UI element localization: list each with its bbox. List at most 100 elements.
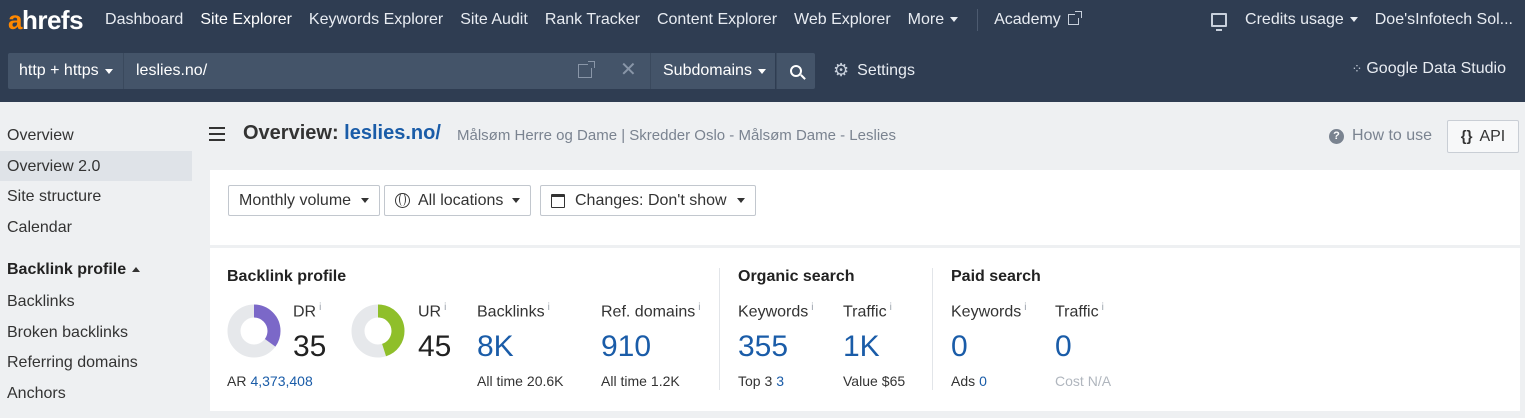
nav-site-explorer[interactable]: Site Explorer (200, 11, 292, 29)
ahrefs-logo[interactable]: ahrefs (8, 5, 84, 36)
settings-button[interactable]: ⚙ Settings (833, 60, 915, 81)
paid-traffic-label[interactable]: Traffic i (1055, 302, 1104, 321)
ref-domains-all-time: All time 1.2K (601, 373, 680, 389)
sidebar-item-calendar[interactable]: Calendar (0, 212, 192, 243)
ref-domains-value[interactable]: 910 (601, 330, 651, 364)
paid-cost-label: Cost (1055, 373, 1084, 389)
sidebar-section-backlink-profile[interactable]: Backlink profile (0, 254, 192, 286)
search-bar-row: http + https leslies.no/ ✕ Subdomains ⚙ S… (0, 40, 1525, 102)
organic-value-label: Value (843, 373, 878, 389)
info-icon[interactable]: i (548, 302, 550, 313)
open-in-new-tab-icon[interactable] (578, 61, 595, 78)
volume-filter[interactable]: Monthly volume (228, 185, 381, 216)
nav-more[interactable]: More (907, 11, 959, 29)
sidebar-item-referring-domains[interactable]: Referring domains (0, 347, 192, 378)
chevron-down-icon (757, 68, 766, 74)
info-icon[interactable]: i (319, 302, 321, 313)
nav-keywords-explorer[interactable]: Keywords Explorer (309, 11, 443, 29)
info-icon[interactable]: i (890, 302, 892, 313)
ur-donut (351, 304, 405, 358)
ref-domains-label[interactable]: Ref. domains i (601, 302, 701, 321)
info-icon[interactable]: i (1102, 302, 1104, 313)
organic-traffic-label[interactable]: Traffic i (843, 302, 892, 321)
external-link-icon (1067, 11, 1082, 25)
nav-web-explorer[interactable]: Web Explorer (794, 11, 891, 29)
paid-keywords-label[interactable]: Keywords i (951, 302, 1026, 321)
chevron-down-icon (736, 198, 745, 203)
nav-content-explorer[interactable]: Content Explorer (657, 11, 777, 29)
search-button[interactable] (776, 53, 815, 89)
menu-icon[interactable] (209, 127, 225, 145)
search-icon (790, 65, 802, 77)
paid-ads-value[interactable]: 0 (979, 373, 987, 389)
backlinks-all-time: All time 20.6K (477, 373, 564, 389)
organic-keywords-label-text: Keywords (738, 303, 809, 321)
sidebar-item-site-structure[interactable]: Site structure (0, 181, 192, 212)
nav-site-audit[interactable]: Site Audit (460, 11, 528, 29)
nav-rank-tracker[interactable]: Rank Tracker (545, 11, 640, 29)
backlinks-value[interactable]: 8K (477, 330, 514, 364)
page-title-target[interactable]: leslies.no/ (344, 122, 441, 144)
organic-search-title: Organic search (738, 268, 855, 285)
mode-label: Subdomains (663, 62, 752, 79)
ref-domains-all-time-value: 1.2K (650, 373, 680, 389)
ur-label-text: UR (418, 303, 442, 321)
sidebar-item-overview[interactable]: Overview (0, 120, 192, 151)
protocol-select[interactable]: http + https (8, 53, 123, 89)
account-menu[interactable]: Doe'sInfotech Sol... (1375, 11, 1513, 29)
organic-keywords-value[interactable]: 355 (738, 330, 788, 364)
dr-label-text: DR (293, 303, 317, 321)
credits-usage-menu[interactable]: Credits usage (1245, 11, 1358, 29)
backlink-profile-title: Backlink profile (227, 268, 347, 285)
changes-filter[interactable]: Changes: Don't show (540, 185, 756, 216)
volume-filter-label: Monthly volume (239, 191, 352, 209)
organic-traffic-value[interactable]: 1K (843, 330, 880, 364)
dr-label[interactable]: DR i (293, 302, 321, 321)
organic-top3-value[interactable]: 3 (776, 373, 784, 389)
gear-icon: ⚙ (833, 60, 850, 80)
paid-search-title: Paid search (951, 268, 1041, 285)
monitor-icon[interactable] (1211, 13, 1228, 31)
ref-domains-all-time-label: All time (601, 373, 647, 389)
info-icon[interactable]: i (1024, 302, 1026, 313)
organic-keywords-label[interactable]: Keywords i (738, 302, 813, 321)
organic-top3-label: Top 3 (738, 373, 773, 389)
info-icon[interactable]: i (811, 302, 813, 313)
organic-value-amount: $65 (881, 373, 906, 389)
paid-keywords-value[interactable]: 0 (951, 330, 968, 364)
mode-select[interactable]: Subdomains (650, 53, 775, 89)
backlinks-label[interactable]: Backlinks i (477, 302, 550, 321)
nav-more-label: More (907, 11, 945, 28)
sidebar-item-broken-backlinks[interactable]: Broken backlinks (0, 317, 192, 348)
target-url-input[interactable]: leslies.no/ (123, 53, 650, 89)
sidebar-item-anchors[interactable]: Anchors (0, 378, 192, 409)
how-to-use-link[interactable]: ? How to use (1329, 127, 1432, 145)
ar-value[interactable]: 4,373,408 (250, 373, 312, 389)
page-title: Overview: leslies.no/ (243, 122, 441, 145)
api-button[interactable]: {} API (1447, 120, 1519, 153)
gds-label: Google Data Studio (1366, 60, 1506, 77)
nav-academy[interactable]: Academy (994, 11, 1082, 29)
ar-label: AR (227, 373, 247, 389)
settings-label: Settings (857, 61, 915, 79)
chevron-down-icon (950, 17, 959, 23)
section-divider (932, 268, 933, 390)
ur-label[interactable]: UR i (418, 302, 446, 321)
paid-keywords-label-text: Keywords (951, 303, 1022, 321)
google-data-studio-button[interactable]: ⁘ Google Data Studio (1351, 60, 1506, 78)
paid-traffic-value[interactable]: 0 (1055, 330, 1072, 364)
protocol-label: http + https (19, 62, 99, 79)
ar-metric: AR 4,373,408 (227, 373, 313, 389)
locations-filter[interactable]: All locations (384, 185, 532, 216)
nav-dashboard[interactable]: Dashboard (105, 11, 183, 29)
info-icon[interactable]: i (444, 302, 446, 313)
sidebar-item-overview-2[interactable]: Overview 2.0 (0, 150, 192, 181)
sidebar: Overview Overview 2.0 Site structure Cal… (0, 120, 192, 408)
info-icon[interactable]: i (698, 302, 700, 313)
backlinks-all-time-value: 20.6K (526, 373, 564, 389)
dr-value: 35 (293, 330, 327, 363)
clear-input-icon[interactable]: ✕ (620, 60, 637, 80)
metrics-panel: Backlink profile DR i 35 AR 4,373,408 UR i … (210, 248, 1520, 411)
sidebar-item-backlinks[interactable]: Backlinks (0, 286, 192, 317)
paid-ads-label: Ads (951, 373, 976, 389)
